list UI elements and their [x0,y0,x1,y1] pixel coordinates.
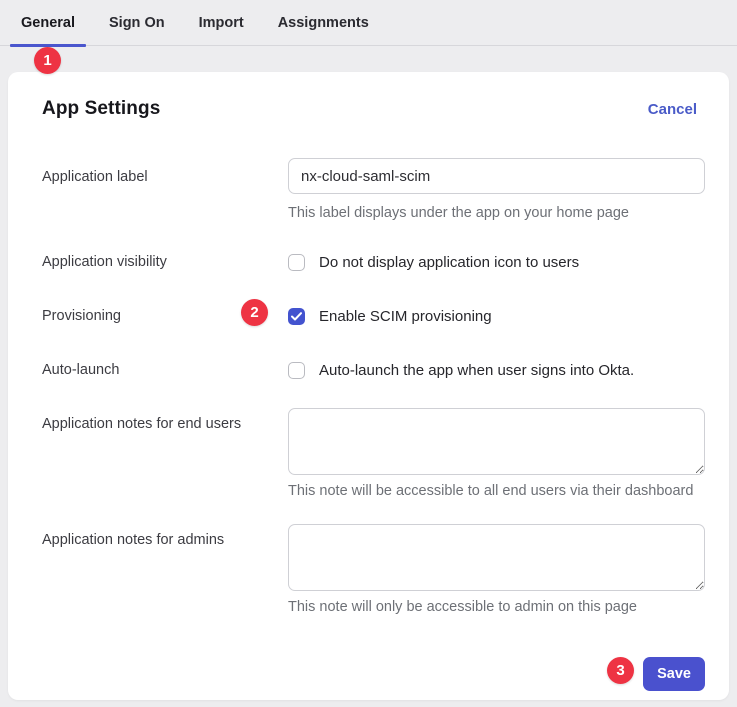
cancel-button[interactable]: Cancel [648,101,697,118]
app-settings-screen: General Sign On Import Assignments 1 2 3… [0,0,737,707]
notes-admins-helper: This note will only be accessible to adm… [288,599,705,615]
provisioning-row: Provisioning Enable SCIM provisioning [42,307,705,325]
auto-launch-row: Auto-launch Auto-launch the app when use… [42,361,705,379]
application-label-helper: This label displays under the app on you… [288,205,705,221]
auto-launch-checkbox-label: Auto-launch the app when user signs into… [319,362,634,379]
application-visibility-row: Application visibility Do not display ap… [42,253,705,271]
step-badge-2: 2 [241,299,268,326]
notes-end-users-textarea[interactable] [288,408,705,475]
tab-sign-on[interactable]: Sign On [98,0,176,45]
notes-admins-textarea[interactable] [288,524,705,591]
application-visibility-checkbox[interactable] [288,254,305,271]
application-visibility-label: Application visibility [42,253,288,271]
tab-assignments[interactable]: Assignments [267,0,380,45]
tab-general[interactable]: General [10,0,86,45]
notes-end-users-label: Application notes for end users [42,408,288,433]
application-label-row: Application label This label displays un… [42,158,705,221]
tab-sign-on-label: Sign On [109,15,165,31]
app-settings-card: App Settings Cancel Application label Th… [8,72,729,700]
application-label-label: Application label [42,158,288,186]
tab-import[interactable]: Import [188,0,255,45]
provisioning-checkbox-label: Enable SCIM provisioning [319,308,492,325]
step-badge-3: 3 [607,657,634,684]
tab-import-label: Import [199,15,244,31]
tab-bar: General Sign On Import Assignments [0,0,737,46]
auto-launch-label: Auto-launch [42,361,288,379]
application-visibility-checkbox-label: Do not display application icon to users [319,254,579,271]
save-row: Save [42,657,705,691]
notes-admins-label: Application notes for admins [42,524,288,549]
tab-assignments-label: Assignments [278,15,369,31]
notes-end-users-row: Application notes for end users This not… [42,408,705,499]
step-badge-1: 1 [34,47,61,74]
enable-scim-provisioning-checkbox[interactable] [288,308,305,325]
app-settings-form: Application label This label displays un… [34,158,705,691]
application-label-input[interactable] [288,158,705,194]
notes-admins-row: Application notes for admins This note w… [42,524,705,615]
checkmark-icon [291,312,302,321]
page-title: App Settings [42,98,160,120]
auto-launch-checkbox[interactable] [288,362,305,379]
notes-end-users-helper: This note will be accessible to all end … [288,483,705,499]
save-button[interactable]: Save [643,657,705,691]
card-header: App Settings Cancel [42,98,697,120]
tab-general-label: General [21,15,75,31]
